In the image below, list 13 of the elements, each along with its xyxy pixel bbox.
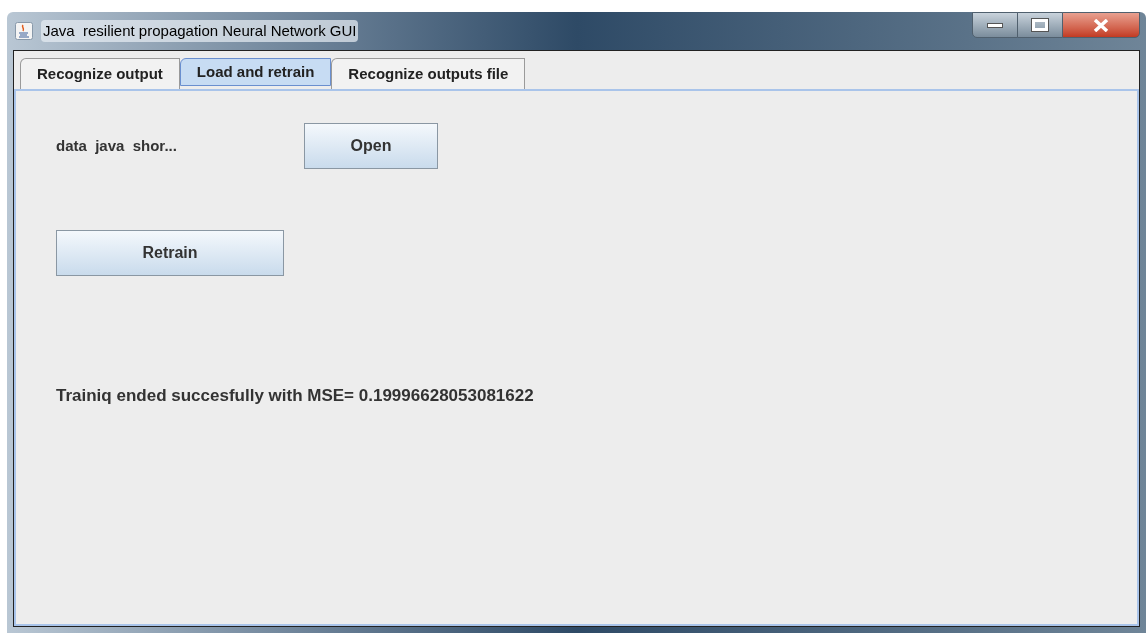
tab[interactable]: Recognize outputs file <box>331 58 526 89</box>
retrain-button[interactable]: Retrain <box>56 230 284 276</box>
file-label: data java shor... <box>56 135 178 156</box>
window-title: Java resilient propagation Neural Network GUI <box>41 19 359 43</box>
tab[interactable]: Load and retrain <box>179 58 332 86</box>
minimize-button[interactable] <box>972 12 1018 38</box>
maximize-button[interactable] <box>1018 12 1062 38</box>
status-message: Trainiq ended succesfully with MSE= 0.19996628053081622 <box>56 385 535 407</box>
java-cup-icon <box>15 22 33 40</box>
close-button[interactable] <box>1062 12 1140 38</box>
close-icon <box>1093 18 1109 32</box>
open-button[interactable]: Open <box>304 123 438 169</box>
tab[interactable]: Recognize output <box>20 58 180 89</box>
